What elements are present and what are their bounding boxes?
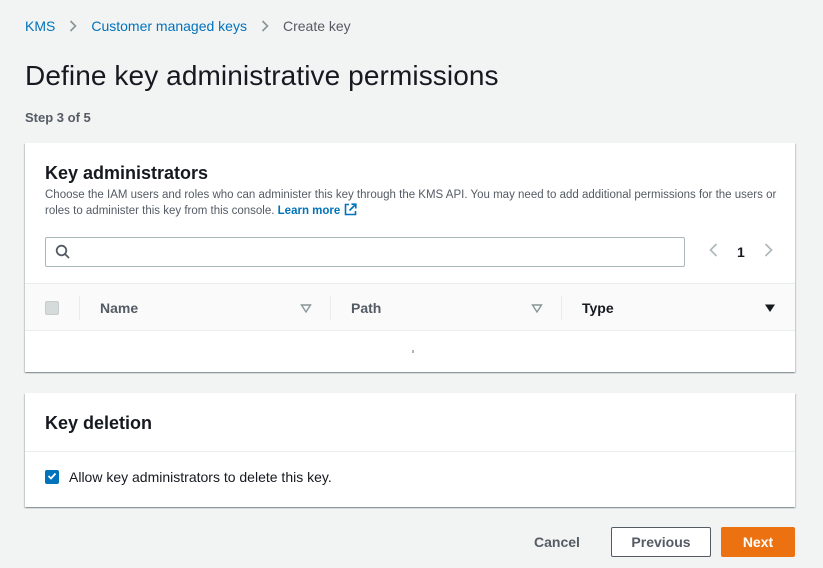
column-header-type[interactable]: Type — [582, 300, 614, 316]
key-administrators-panel: Key administrators Choose the IAM users … — [25, 143, 795, 372]
allow-deletion-checkbox[interactable] — [45, 470, 59, 484]
sort-icon[interactable] — [531, 301, 543, 319]
checkmark-icon — [47, 468, 57, 486]
next-button[interactable]: Next — [721, 527, 795, 557]
next-page-button[interactable] — [759, 242, 779, 262]
step-indicator: Step 3 of 5 — [25, 110, 91, 125]
sort-descending-icon[interactable] — [764, 301, 776, 319]
column-header-name[interactable]: Name — [100, 300, 138, 316]
breadcrumb-kms-link[interactable]: KMS — [25, 18, 55, 34]
external-link-icon — [344, 203, 357, 221]
pagination: 1 — [703, 242, 779, 262]
previous-button[interactable]: Previous — [611, 527, 711, 557]
table-header: Name Path Type — [25, 283, 795, 331]
column-divider — [561, 296, 562, 320]
breadcrumb: KMS Customer managed keys Create key — [25, 18, 351, 34]
chevron-right-icon — [764, 242, 773, 262]
column-divider — [79, 296, 80, 320]
key-administrators-description: Choose the IAM users and roles who can a… — [45, 187, 780, 221]
learn-more-label: Learn more — [277, 205, 341, 217]
column-divider — [330, 296, 331, 320]
column-header-path[interactable]: Path — [351, 300, 381, 316]
divider — [25, 451, 795, 452]
allow-deletion-label[interactable]: Allow key administrators to delete this … — [69, 469, 332, 485]
search-input[interactable] — [78, 241, 678, 263]
current-page-number[interactable]: 1 — [737, 244, 745, 260]
search-box — [45, 237, 685, 267]
table-loading-indicator — [412, 350, 414, 353]
learn-more-link[interactable]: Learn more — [277, 203, 358, 217]
key-administrators-title: Key administrators — [45, 163, 209, 183]
sort-icon[interactable] — [300, 301, 312, 319]
breadcrumb-customer-managed-keys-link[interactable]: Customer managed keys — [91, 18, 247, 34]
previous-page-button[interactable] — [703, 242, 723, 262]
description-text: Choose the IAM users and roles who can a… — [45, 189, 777, 217]
page-title: Define key administrative permissions — [25, 60, 499, 91]
key-deletion-title: Key deletion — [45, 413, 153, 433]
breadcrumb-current: Create key — [282, 18, 351, 34]
search-icon — [55, 244, 71, 265]
cancel-button[interactable]: Cancel — [521, 528, 593, 556]
chevron-right-icon — [261, 20, 269, 32]
select-all-checkbox[interactable] — [45, 301, 59, 315]
chevron-right-icon — [69, 20, 77, 32]
key-deletion-panel: Key deletion Allow key administrators to… — [25, 393, 795, 507]
chevron-left-icon — [708, 242, 718, 262]
